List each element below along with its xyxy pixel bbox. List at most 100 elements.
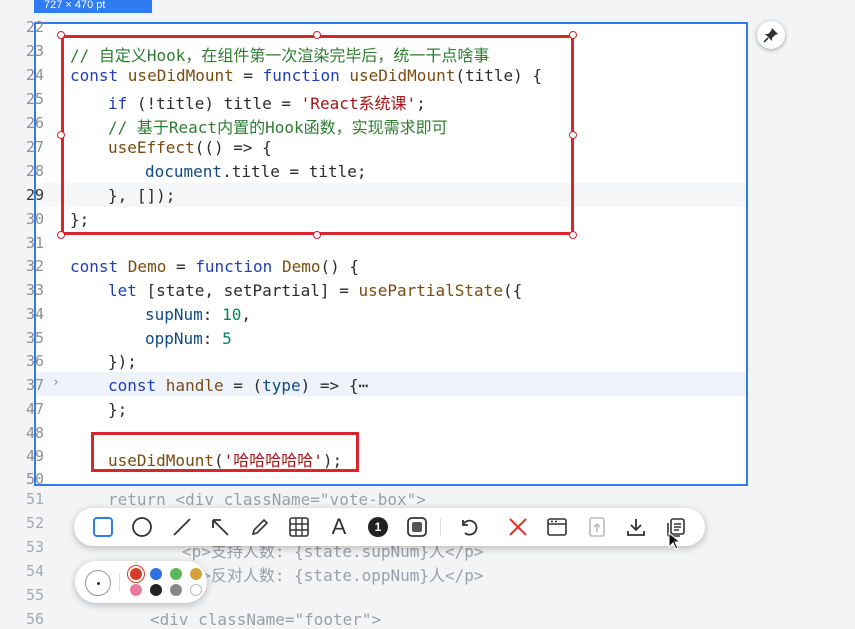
line-number: 49: [25, 447, 44, 465]
cancel-button[interactable]: [506, 515, 530, 539]
color-swatch[interactable]: [130, 568, 142, 580]
resize-handle[interactable]: [569, 231, 577, 239]
line-number: 32: [25, 257, 44, 275]
undo-button[interactable]: [457, 515, 481, 539]
color-swatch[interactable]: [150, 568, 162, 580]
cancel-icon: [509, 518, 527, 536]
line-number: 28: [25, 162, 44, 180]
pin-to-screen-button[interactable]: [585, 515, 609, 539]
fold-arrow-icon[interactable]: ›: [52, 375, 60, 390]
ellipse-tool-button[interactable]: [130, 515, 154, 539]
color-palette: [75, 561, 207, 603]
color-swatch[interactable]: [170, 568, 182, 580]
highlight-icon: [407, 517, 427, 537]
line-number: 37: [25, 376, 44, 394]
undo-icon: [462, 519, 478, 536]
code-token: :: [202, 329, 223, 348]
resize-handle[interactable]: [313, 31, 321, 39]
ellipse-icon: [132, 517, 152, 537]
color-swatch[interactable]: [190, 568, 202, 580]
code-line[interactable]: };: [108, 400, 127, 419]
pen-icon: [251, 518, 269, 536]
pin-to-screen-icon: [589, 517, 605, 537]
code-token: };: [108, 400, 128, 419]
code-token: () {: [320, 257, 359, 276]
line-number: 50: [25, 470, 44, 488]
stroke-size-dot-icon: [96, 581, 100, 585]
line-tool-button[interactable]: [170, 515, 194, 539]
download-button[interactable]: [624, 515, 648, 539]
number-marker-tool-button[interactable]: 1: [366, 515, 390, 539]
code-token: type: [262, 376, 301, 395]
code-token: const: [70, 257, 128, 276]
download-icon: [627, 519, 645, 536]
code-line: return <div className="vote-box">: [108, 490, 426, 509]
resize-handle[interactable]: [569, 31, 577, 39]
rectangle-icon: [93, 517, 113, 537]
arrow-icon: [212, 519, 229, 536]
stroke-size-selector[interactable]: [85, 570, 111, 596]
mouse-cursor-icon: [668, 532, 682, 550]
code-token: const: [108, 376, 166, 395]
line-number: 33: [25, 281, 44, 299]
text-tool-button[interactable]: A: [327, 514, 351, 539]
capture-size-badge: 727 × 470 pt: [34, 0, 152, 13]
code-token: ({: [502, 281, 523, 300]
highlight-tool-button[interactable]: [405, 515, 429, 539]
number-marker-icon: 1: [368, 517, 388, 537]
line-number: 54: [25, 562, 44, 580]
code-token: function: [195, 257, 282, 276]
arrow-tool-button[interactable]: [208, 515, 232, 539]
window-icon: [547, 518, 567, 536]
annotation-rect-hook[interactable]: [61, 35, 574, 235]
pin-button[interactable]: [757, 21, 785, 49]
rectangle-tool-button[interactable]: [91, 515, 115, 539]
color-swatch[interactable]: [130, 584, 142, 596]
line-number: 23: [25, 42, 44, 60]
line-number: 52: [25, 514, 44, 532]
code-token: handle: [165, 376, 224, 395]
line-number: 53: [25, 538, 44, 556]
line-number: 22: [25, 18, 44, 36]
line-number: 24: [25, 66, 44, 84]
line-number: 34: [25, 305, 44, 323]
code-line[interactable]: oppNum: 5: [145, 329, 232, 348]
code-line[interactable]: supNum: 10,: [145, 305, 251, 324]
code-token: [state, setPartial] =: [146, 281, 359, 300]
line-number: 29: [25, 186, 44, 204]
window-button[interactable]: [545, 515, 569, 539]
resize-handle[interactable]: [569, 131, 577, 139]
line-number: 25: [25, 90, 44, 108]
line-number: 48: [25, 424, 44, 442]
resize-handle[interactable]: [57, 31, 65, 39]
line-number: 55: [25, 586, 44, 604]
line-number: 31: [25, 234, 44, 252]
palette-divider: [119, 573, 120, 591]
toolbar-divider: [440, 518, 441, 536]
line-number: 35: [25, 329, 44, 347]
code-token: Demo: [281, 257, 321, 276]
code-token: let: [108, 281, 147, 300]
code-token: 10: [222, 305, 242, 324]
code-token: supNum: [145, 305, 203, 324]
color-swatch[interactable]: [170, 584, 182, 596]
line-number: 30: [25, 210, 44, 228]
line-number: 51: [25, 490, 44, 508]
color-swatch[interactable]: [190, 584, 202, 596]
color-swatch[interactable]: [150, 584, 162, 596]
code-token: =: [166, 257, 196, 276]
code-token: oppNum: [145, 329, 203, 348]
code-line[interactable]: const handle = (type) => {⋯: [108, 376, 368, 395]
code-line: <div className="footer">: [150, 610, 382, 629]
code-line[interactable]: const Demo = function Demo() {: [70, 257, 359, 276]
code-line[interactable]: });: [108, 352, 137, 371]
mosaic-icon: [289, 517, 309, 537]
resize-handle[interactable]: [313, 231, 321, 239]
resize-handle[interactable]: [57, 131, 65, 139]
line-number: 47: [25, 400, 44, 418]
resize-handle[interactable]: [57, 231, 65, 239]
pen-tool-button[interactable]: [248, 515, 272, 539]
mosaic-tool-button[interactable]: [287, 515, 311, 539]
code-line[interactable]: let [state, setPartial] = usePartialStat…: [108, 281, 522, 300]
code-token: = (: [223, 376, 263, 395]
